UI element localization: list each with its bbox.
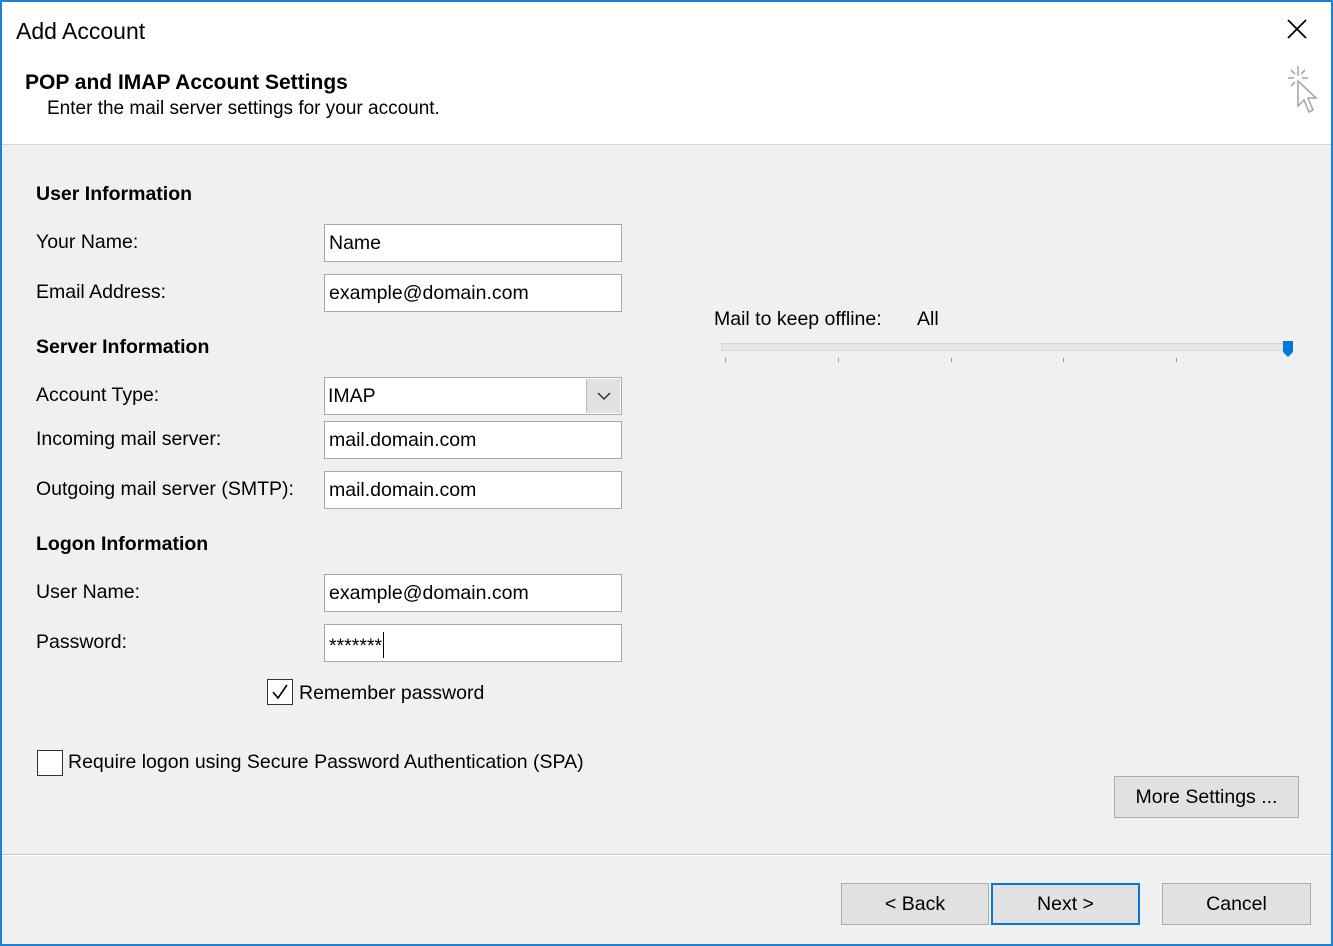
cursor-sparkle-icon [1288, 66, 1319, 114]
page-header: POP and IMAP Account Settings Enter the … [2, 62, 1331, 145]
account-type-select[interactable]: IMAP [324, 377, 622, 415]
slider-tick [951, 358, 952, 362]
remember-password-checkbox[interactable] [267, 679, 293, 705]
next-button[interactable]: Next > [991, 883, 1140, 925]
spa-label[interactable]: Require logon using Secure Password Auth… [68, 751, 584, 774]
your-name-label: Your Name: [36, 231, 139, 253]
cancel-button[interactable]: Cancel [1162, 883, 1311, 925]
mail-offline-value: All [917, 308, 939, 330]
spa-checkbox[interactable] [37, 750, 63, 776]
user-name-input[interactable]: example@domain.com [324, 574, 622, 612]
section-logon-information: Logon Information [36, 533, 209, 555]
outgoing-server-input[interactable]: mail.domain.com [324, 471, 622, 509]
more-settings-button[interactable]: More Settings ... [1114, 776, 1299, 818]
account-type-dropdown-button[interactable] [586, 379, 620, 413]
mail-offline-label: Mail to keep offline: [714, 308, 882, 330]
password-value: ******* [329, 635, 383, 657]
page-title: POP and IMAP Account Settings [25, 71, 348, 94]
text-caret [383, 632, 385, 658]
chevron-down-icon [597, 392, 611, 401]
add-account-dialog: Add Account POP and IMAP Account Setting… [0, 0, 1333, 946]
slider-tick [1063, 358, 1064, 362]
account-type-label: Account Type: [36, 384, 160, 406]
email-address-input[interactable]: example@domain.com [324, 274, 622, 312]
incoming-server-label: Incoming mail server: [36, 428, 222, 450]
user-name-label: User Name: [36, 581, 141, 603]
checkmark-icon [272, 684, 288, 700]
mail-offline-slider[interactable] [721, 343, 1291, 351]
page-subtitle: Enter the mail server settings for your … [47, 98, 440, 119]
incoming-server-input[interactable]: mail.domain.com [324, 421, 622, 459]
slider-tick [725, 358, 726, 362]
close-icon [1287, 19, 1307, 39]
slider-tick [838, 358, 839, 362]
window-title: Add Account [16, 18, 146, 44]
section-server-information: Server Information [36, 336, 210, 358]
outgoing-server-label: Outgoing mail server (SMTP): [36, 478, 294, 500]
account-type-value: IMAP [328, 385, 376, 407]
slider-tick [1176, 358, 1177, 362]
password-label: Password: [36, 631, 128, 653]
title-bar: Add Account [2, 2, 1331, 62]
slider-thumb[interactable] [1283, 341, 1293, 357]
email-address-label: Email Address: [36, 281, 167, 303]
remember-password-label[interactable]: Remember password [299, 682, 484, 705]
footer-divider-highlight [2, 855, 1331, 856]
your-name-input[interactable]: Name [324, 224, 622, 262]
back-button[interactable]: < Back [841, 883, 989, 925]
section-user-information: User Information [36, 183, 193, 205]
close-button[interactable] [1272, 8, 1324, 52]
password-input[interactable]: ******* [324, 624, 622, 662]
